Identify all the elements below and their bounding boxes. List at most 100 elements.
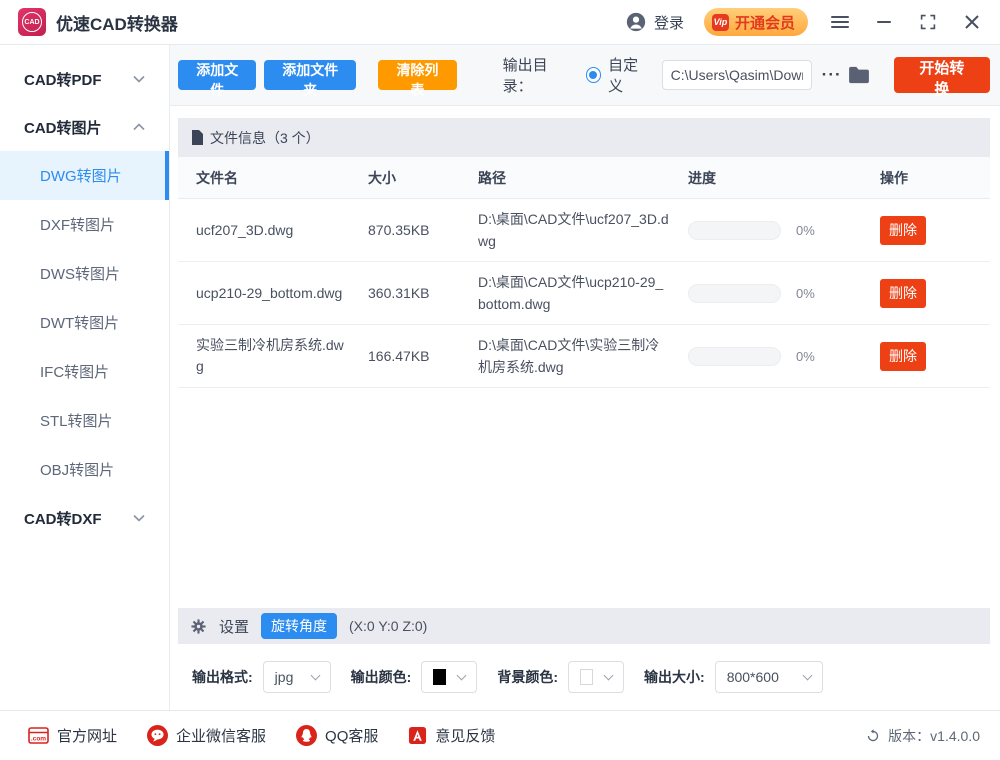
footer-link-label: 企业微信客服 <box>176 725 266 746</box>
sidebar-item-stl-to-image[interactable]: STL转图片 <box>0 396 169 445</box>
sidebar-item-dwt-to-image[interactable]: DWT转图片 <box>0 298 169 347</box>
progress-bar <box>688 347 781 366</box>
radio-selected-icon <box>586 67 602 83</box>
sidebar-group-cad-to-image[interactable]: CAD转图片 <box>0 103 169 151</box>
toolbar: 添加文件 添加文件夹 清除列表 输出目录： 自定义 ··· 开始转换 <box>170 45 1000 106</box>
chevron-down-icon <box>310 671 320 681</box>
column-header-progress: 进度 <box>688 168 880 188</box>
sidebar-group-label: CAD转图片 <box>24 117 102 138</box>
qq-support-link[interactable]: QQ客服 <box>296 725 378 746</box>
footer-link-label: 官方网址 <box>57 725 117 746</box>
wechat-icon <box>147 725 168 746</box>
file-info-header: 文件信息（3 个） <box>178 118 990 157</box>
output-color-select[interactable] <box>421 661 477 693</box>
delete-button[interactable]: 删除 <box>880 342 926 371</box>
delete-button[interactable]: 删除 <box>880 216 926 245</box>
sidebar-item-dxf-to-image[interactable]: DXF转图片 <box>0 200 169 249</box>
close-button[interactable] <box>960 10 984 34</box>
maximize-icon <box>920 14 936 30</box>
app-logo-text: CAD <box>22 12 42 32</box>
clear-list-button[interactable]: 清除列表 <box>378 60 456 90</box>
sidebar-item-dws-to-image[interactable]: DWS转图片 <box>0 249 169 298</box>
column-header-size: 大小 <box>368 168 478 188</box>
background-color-label: 背景颜色: <box>497 667 558 687</box>
svg-text:.com: .com <box>31 735 46 742</box>
sidebar-item-label: DWT转图片 <box>40 312 119 333</box>
progress-bar <box>688 221 781 240</box>
sidebar-item-label: DWS转图片 <box>40 263 120 284</box>
login-button[interactable]: 登录 <box>625 11 684 33</box>
chevron-down-icon <box>604 671 614 681</box>
file-size: 870.35KB <box>368 222 478 238</box>
chevron-down-icon <box>457 671 467 681</box>
table-row: ucf207_3D.dwg 870.35KB D:\桌面\CAD文件\ucf20… <box>178 199 990 262</box>
sidebar: CAD转PDF CAD转图片 DWG转图片 DXF转图片 DWS转图片 DWT转… <box>0 45 170 710</box>
hamburger-menu-icon <box>831 15 849 29</box>
sidebar-item-label: OBJ转图片 <box>40 459 114 480</box>
delete-button[interactable]: 删除 <box>880 279 926 308</box>
add-folder-button[interactable]: 添加文件夹 <box>264 60 356 90</box>
app-title: 优速CAD转换器 <box>56 10 178 35</box>
table-row: ucp210-29_bottom.dwg 360.31KB D:\桌面\CAD文… <box>178 262 990 325</box>
output-color-label: 输出颜色: <box>351 667 412 687</box>
add-file-button[interactable]: 添加文件 <box>178 60 256 90</box>
file-size: 360.31KB <box>368 285 478 301</box>
sidebar-group-label: CAD转DXF <box>24 508 102 529</box>
minimize-icon <box>877 20 891 24</box>
output-dir-label: 输出目录： <box>503 54 576 96</box>
output-size-select[interactable]: 800*600 <box>715 661 823 693</box>
sidebar-item-label: DXF转图片 <box>40 214 115 235</box>
sidebar-item-dwg-to-image[interactable]: DWG转图片 <box>0 151 169 200</box>
official-website-link[interactable]: .com 官方网址 <box>28 725 117 746</box>
close-icon <box>965 15 979 29</box>
output-size-label: 输出大小: <box>644 667 705 687</box>
empty-file-area <box>170 388 1000 608</box>
wechat-support-link[interactable]: 企业微信客服 <box>147 725 266 746</box>
start-convert-button[interactable]: 开始转换 <box>894 57 990 93</box>
sidebar-item-obj-to-image[interactable]: OBJ转图片 <box>0 445 169 494</box>
rotate-angle-button[interactable]: 旋转角度 <box>261 613 337 639</box>
open-folder-button[interactable] <box>848 66 870 84</box>
menu-button[interactable] <box>828 10 852 34</box>
settings-bar: 设置 旋转角度 (X:0 Y:0 Z:0) <box>178 608 990 644</box>
chevron-down-icon <box>133 514 145 522</box>
sidebar-group-cad-to-pdf[interactable]: CAD转PDF <box>0 55 169 103</box>
feedback-link[interactable]: 意见反馈 <box>408 725 495 746</box>
file-info-title: 文件信息（3 个） <box>210 128 320 148</box>
footer: .com 官方网址 企业微信客服 QQ客服 意见反馈 版本：v1.4 <box>0 710 1000 760</box>
background-color-select[interactable] <box>568 661 624 693</box>
output-format-select[interactable]: jpg <box>263 661 331 693</box>
progress-percent: 0% <box>796 349 815 364</box>
file-path: D:\桌面\CAD文件\ucp210-29_bottom.dwg <box>478 271 688 315</box>
user-icon <box>625 11 647 33</box>
file-name: 实验三制冷机房系统.dwg <box>196 335 368 377</box>
column-header-action: 操作 <box>880 168 990 188</box>
file-path: D:\桌面\CAD文件\实验三制冷机房系统.dwg <box>478 334 688 378</box>
output-path-input[interactable] <box>662 60 812 90</box>
file-path: D:\桌面\CAD文件\ucf207_3D.dwg <box>478 208 688 252</box>
sidebar-group-cad-to-dxf[interactable]: CAD转DXF <box>0 494 169 542</box>
column-header-name: 文件名 <box>196 168 368 188</box>
custom-dir-radio[interactable]: 自定义 <box>586 54 652 96</box>
qq-icon <box>296 725 317 746</box>
version-info: 版本：v1.4.0.0 <box>865 726 980 746</box>
browse-more-button[interactable]: ··· <box>822 65 842 85</box>
maximize-button[interactable] <box>916 10 940 34</box>
output-format-value: jpg <box>275 669 294 685</box>
output-format-label: 输出格式: <box>192 667 253 687</box>
table-header-row: 文件名 大小 路径 进度 操作 <box>178 157 990 199</box>
login-label: 登录 <box>654 12 684 33</box>
gear-icon <box>190 618 207 635</box>
file-icon <box>191 130 204 145</box>
minimize-button[interactable] <box>872 10 896 34</box>
sidebar-item-label: STL转图片 <box>40 410 113 431</box>
titlebar: CAD 优速CAD转换器 登录 Vip 开通会员 <box>0 0 1000 45</box>
output-size-value: 800*600 <box>727 669 779 685</box>
settings-label: 设置 <box>219 616 249 637</box>
chevron-up-icon <box>133 123 145 131</box>
sidebar-item-ifc-to-image[interactable]: IFC转图片 <box>0 347 169 396</box>
vip-membership-button[interactable]: Vip 开通会员 <box>704 8 808 36</box>
output-options-bar: 输出格式: jpg 输出颜色: 背景颜色: 输出大小: 800*600 <box>170 644 1000 710</box>
file-table: 文件名 大小 路径 进度 操作 ucf207_3D.dwg 870.35KB D… <box>178 157 990 388</box>
sidebar-group-label: CAD转PDF <box>24 69 102 90</box>
